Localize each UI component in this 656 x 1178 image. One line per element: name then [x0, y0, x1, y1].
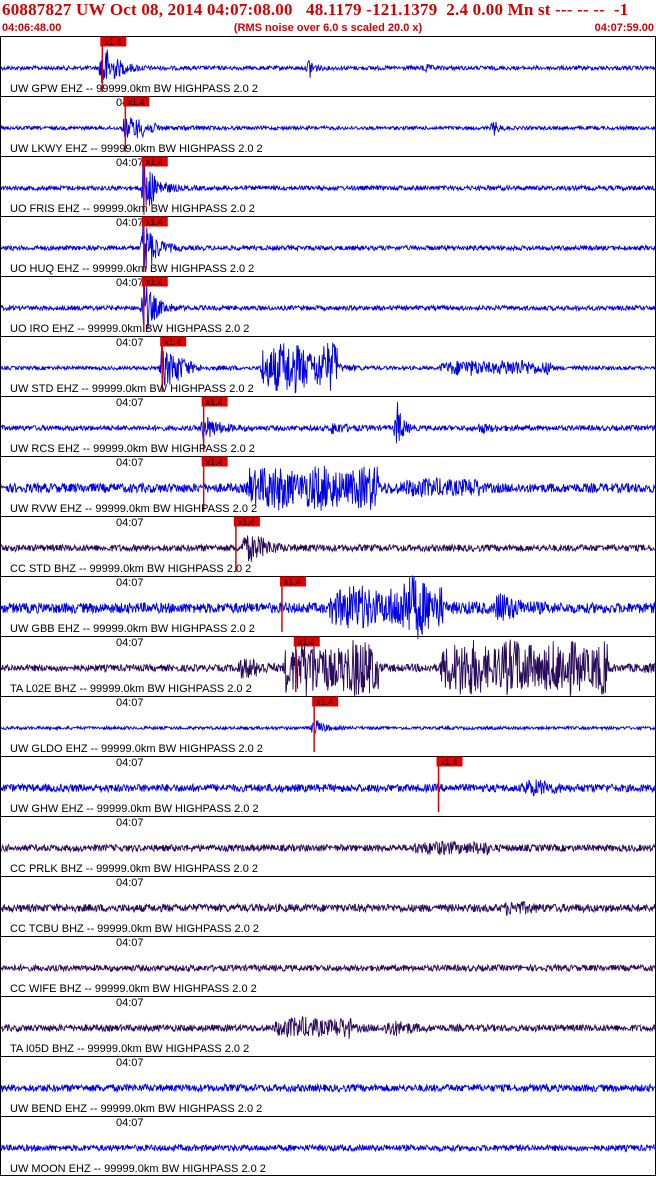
trace-station-label: UW BEND EHZ -- 99999.0km BW HIGHPASS 2.0… [10, 1103, 262, 1115]
trace-station-label: TA L02E BHZ -- 99999.0km BW HIGHPASS 2.0… [10, 683, 252, 695]
waveform-trace [0, 49, 656, 83]
pick-label: x1.4 [127, 97, 144, 107]
time-tick-label: 04:07 [116, 277, 144, 289]
trace-station-label: UW LKWY EHZ -- 99999.0km BW HIGHPASS 2.0… [10, 143, 263, 155]
trace-station-label: UO HUQ EHZ -- 99999.0km BW HIGHPASS 2.0 … [10, 263, 254, 275]
time-tick-label: 04:07 [116, 217, 144, 229]
trace-station-label: UO FRIS EHZ -- 99999.0km BW HIGHPASS 2.0… [10, 203, 255, 215]
pick-label: x1.4 [206, 397, 223, 407]
trace-row: x1.4 UW LKWY EHZ -- 99999.0km BW HIGHPASS… [0, 96, 656, 169]
trace-station-label: UW GBB EHZ -- 99999.0km BW HIGHPASS 2.0 … [10, 623, 255, 635]
waveform-trace [0, 535, 656, 562]
waveform-trace [0, 1015, 656, 1039]
trace-station-label: CC PRLK BHZ -- 99999.0km BW HIGHPASS 2.0… [10, 863, 258, 875]
waveform-trace [0, 218, 656, 270]
time-tick-label: 04:07 [116, 337, 144, 349]
time-tick-label: 04:07 [116, 997, 144, 1009]
waveform-trace [0, 720, 656, 734]
pick-label: x1.4 [104, 37, 121, 47]
time-tick-label: 04:07 [116, 397, 144, 409]
trace-row: x1.4 UW RCS EHZ -- 99999.0km BW HIGHPASS … [0, 396, 656, 469]
trace-row: x1.4 UW GPW EHZ -- 99999.0km BW HIGHPASS … [0, 36, 656, 109]
trace-station-label: UW GLDO EHZ -- 99999.0km BW HIGHPASS 2.0… [10, 743, 263, 755]
trace-station-label: UW GPW EHZ -- 99999.0km BW HIGHPASS 2.0 … [10, 83, 258, 95]
waveform-trace [0, 900, 656, 917]
trace-row: x1.4 UW GBB EHZ -- 99999.0km BW HIGHPASS … [0, 575, 656, 649]
waveform-trace [0, 963, 656, 973]
trace-station-label: UW MOON EHZ -- 99999.0km BW HIGHPASS 2.0… [10, 1163, 266, 1175]
time-tick-label: 04:07 [116, 637, 144, 649]
pick-label: x1.4 [284, 577, 301, 587]
pick-label: x1.4 [206, 457, 223, 467]
trace-row: UW MOON EHZ -- 99999.0km BW HIGHPASS 2.0… [0, 1116, 656, 1175]
waveform-trace [0, 1082, 656, 1094]
pick-label: x1.4 [164, 337, 181, 347]
waveform-trace [0, 1143, 656, 1153]
seismogram-plot: x1.4 UW GPW EHZ -- 99999.0km BW HIGHPASS … [0, 36, 656, 1176]
pick-label: x1.4 [316, 697, 333, 707]
pick-label: x1.4 [146, 217, 163, 227]
trace-row: CC PRLK BHZ -- 99999.0km BW HIGHPASS 2.0… [0, 816, 656, 889]
pick-label: x1.4 [298, 637, 315, 647]
pick-label: x1.4 [441, 757, 458, 767]
trace-station-label: UW GHW EHZ -- 99999.0km BW HIGHPASS 2.0 … [10, 803, 259, 815]
trace-row: x1.4 UW GHW EHZ -- 99999.0km BW HIGHPASS … [0, 756, 656, 829]
pick-label: x1.4 [146, 277, 163, 287]
trace-row: x1.4 UW RVW EHZ -- 99999.0km BW HIGHPASS … [0, 456, 656, 529]
trace-row: x1.4 UO HUQ EHZ -- 99999.0km BW HIGHPASS … [0, 216, 656, 289]
waveform-trace [0, 840, 656, 856]
trace-station-label: UW RVW EHZ -- 99999.0km BW HIGHPASS 2.0 … [10, 503, 257, 515]
time-tick-label: 04:07 [116, 1117, 144, 1129]
trace-row: CC TCBU BHZ -- 99999.0km BW HIGHPASS 2.0… [0, 876, 656, 949]
time-tick-label: 04:07 [116, 817, 144, 829]
trace-row: UW BEND EHZ -- 99999.0km BW HIGHPASS 2.0… [0, 1056, 656, 1129]
time-tick-label: 04:07 [116, 757, 144, 769]
time-tick-label: 04:07 [116, 577, 144, 589]
waveform-trace [0, 401, 656, 444]
trace-station-label: UW RCS EHZ -- 99999.0km BW HIGHPASS 2.0 … [10, 443, 255, 455]
time-tick-label: 04:07 [116, 517, 144, 529]
trace-station-label: CC STD BHZ -- 99999.0km BW HIGHPASS 2.0 … [10, 563, 251, 575]
trace-row: x1.4 CC STD BHZ -- 99999.0km BW HIGHPASS … [0, 516, 656, 589]
time-tick-label: 04:07 [116, 697, 144, 709]
trace-row: x1.4 UW STD EHZ -- 99999.0km BW HIGHPASS … [0, 336, 656, 409]
trace-station-label: UW STD EHZ -- 99999.0km BW HIGHPASS 2.0 … [10, 383, 254, 395]
time-tick-label: 04:07 [116, 877, 144, 889]
trace-row: x1.4 UW GLDO EHZ -- 99999.0km BW HIGHPASS… [0, 696, 656, 769]
trace-row: x1.4 UO IRO EHZ -- 99999.0km BW HIGHPASS … [0, 276, 656, 349]
pick-label: x1.4 [238, 517, 255, 527]
time-tick-label: 04:07 [116, 157, 144, 169]
trace-station-label: TA I05D BHZ -- 99999.0km BW HIGHPASS 2.0… [10, 1043, 249, 1055]
time-tick-label: 04:07 [116, 937, 144, 949]
time-tick-label: 04:07 [116, 1057, 144, 1069]
trace-row: CC WIFE BHZ -- 99999.0km BW HIGHPASS 2.0… [0, 936, 656, 1009]
waveform-trace [0, 117, 656, 139]
trace-station-label: CC TCBU BHZ -- 99999.0km BW HIGHPASS 2.0… [10, 923, 259, 935]
trace-station-label: CC WIFE BHZ -- 99999.0km BW HIGHPASS 2.0… [10, 983, 257, 995]
trace-row: x1.4 UO FRIS EHZ -- 99999.0km BW HIGHPASS… [0, 156, 656, 229]
time-tick-label: 04:07 [116, 457, 144, 469]
trace-station-label: UO IRO EHZ -- 99999.0km BW HIGHPASS 2.0 … [10, 323, 249, 335]
waveform-trace [0, 779, 656, 797]
trace-row: TA I05D BHZ -- 99999.0km BW HIGHPASS 2.0… [0, 996, 656, 1069]
pick-label: x1.4 [146, 157, 163, 167]
